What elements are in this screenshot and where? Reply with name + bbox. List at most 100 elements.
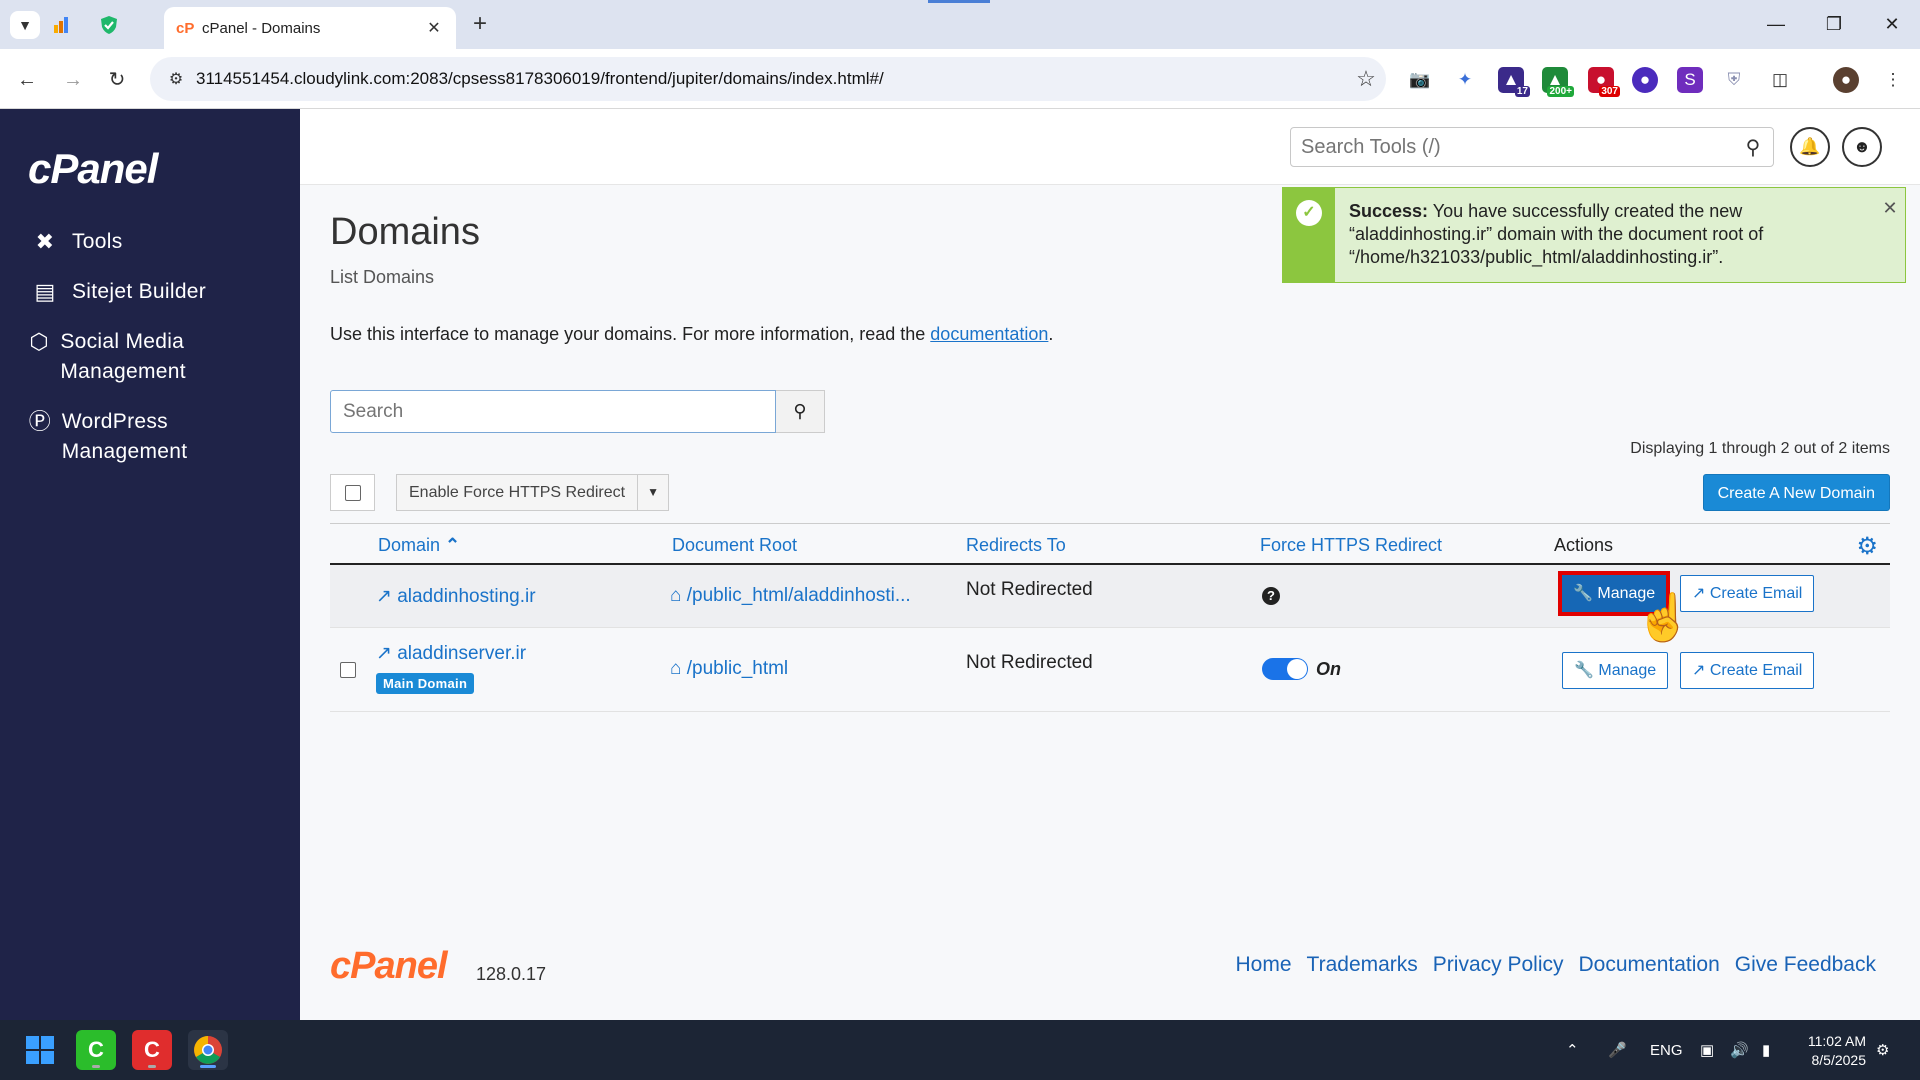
document-root-text: /public_html (686, 658, 789, 679)
table-header: Domain ⌃ Document Root Redirects To Forc… (330, 523, 1890, 565)
new-tab-button[interactable]: + (466, 10, 494, 38)
extension-pin-icon[interactable]: ✦ (1452, 67, 1478, 93)
footer-link-home[interactable]: Home (1236, 953, 1292, 977)
minimize-button[interactable]: — (1756, 10, 1796, 38)
search-icon[interactable]: ⚲ (1733, 135, 1773, 160)
domain-search-row: ⚲ (330, 390, 825, 433)
caret-down-icon[interactable]: ▼ (638, 475, 668, 510)
user-menu-button[interactable]: ☻ (1842, 127, 1882, 167)
footer-link-feedback[interactable]: Give Feedback (1735, 953, 1876, 977)
check-circle-icon: ✓ (1296, 200, 1322, 226)
home-icon: ⌂ (670, 585, 682, 606)
microphone-icon[interactable]: 🎤 (1608, 1020, 1627, 1080)
url-text[interactable]: 3114551454.cloudylink.com:2083/cpsess817… (196, 69, 1346, 89)
row-checkbox[interactable] (340, 662, 356, 678)
sidebar-item-social-media[interactable]: ⬡ Social Media Management (28, 327, 228, 387)
notifications-button[interactable]: 🔔 (1790, 127, 1830, 167)
clock-date: 8/5/2025 (1811, 1052, 1867, 1068)
cpanel-sidebar: cPanel ✖ Tools ▤ Sitejet Builder ⬡ Socia… (0, 109, 300, 1020)
domain-name: aladdinhosting.ir (397, 586, 536, 607)
reload-button[interactable]: ↻ (102, 65, 132, 95)
tab-search-button[interactable]: ▼ (10, 11, 40, 39)
language-indicator[interactable]: ENG (1650, 1020, 1683, 1080)
sidebar-item-tools[interactable]: ✖ Tools (28, 227, 123, 257)
close-icon[interactable]: ✕ (1875, 188, 1905, 282)
kebab-menu-icon[interactable]: ⋮ (1880, 67, 1906, 93)
gear-icon[interactable]: ⚙ (1856, 532, 1878, 561)
checkbox-box[interactable] (344, 484, 361, 501)
description-text: Use this interface to manage your domain… (330, 324, 931, 344)
extension-shield-icon[interactable]: ⛨ (1721, 67, 1747, 93)
extension-s-icon[interactable]: S (1677, 67, 1703, 93)
bulk-action-label[interactable]: Enable Force HTTPS Redirect (397, 475, 639, 510)
taskbar-app-chrome[interactable] (188, 1030, 228, 1070)
sidebar-item-sitejet[interactable]: ▤ Sitejet Builder (28, 277, 206, 307)
volume-icon[interactable]: 🔊 (1730, 1020, 1749, 1080)
extension-triangle-icon[interactable]: ▲ 200+ (1542, 67, 1574, 97)
shield-check-icon (101, 16, 117, 34)
bookmark-star-icon[interactable]: ☆ (1346, 66, 1386, 92)
extension-hat-icon[interactable]: ▲ 17 (1498, 67, 1530, 97)
document-root-text: /public_html/aladdinhosti... (686, 585, 911, 606)
create-email-button[interactable]: ↗ Create Email (1680, 652, 1815, 689)
toggle-label: On (1316, 658, 1341, 679)
taskbar-app-camtasia-green[interactable]: C (76, 1030, 116, 1070)
start-button[interactable] (20, 1030, 60, 1070)
col-force-https[interactable]: Force HTTPS Redirect (1260, 524, 1442, 566)
create-email-button[interactable]: ↗ Create Email (1680, 575, 1815, 612)
document-root-link[interactable]: ⌂ /public_html/aladdinhosti... (670, 585, 911, 607)
https-toggle[interactable]: On (1262, 658, 1341, 680)
select-all-checkbox[interactable] (330, 474, 375, 511)
window-close-button[interactable]: ✕ (1872, 10, 1912, 38)
col-redirects-to[interactable]: Redirects To (966, 524, 1066, 566)
domain-search-input[interactable] (330, 390, 776, 433)
extension-headset-icon[interactable]: ● 307 (1588, 67, 1620, 97)
extensions-puzzle-icon[interactable]: ◫ (1767, 67, 1793, 93)
restore-button[interactable]: ❐ (1814, 10, 1854, 38)
windows-icon (26, 1036, 54, 1064)
extension-planet-icon[interactable]: ● (1632, 67, 1658, 93)
domain-link[interactable]: ↗ aladdinserver.ir (376, 642, 526, 665)
col-domain[interactable]: Domain ⌃ (378, 524, 460, 566)
close-icon[interactable]: ✕ (424, 18, 444, 38)
badge-label: Main Domain (376, 673, 475, 694)
col-document-root[interactable]: Document Root (672, 524, 797, 566)
alert-bold: Success: (1349, 201, 1429, 221)
sitejet-icon: ▤ (34, 279, 56, 304)
tray-overflow-icon[interactable]: ⌃ (1566, 1020, 1579, 1080)
omnibox[interactable]: ⚙ 3114551454.cloudylink.com:2083/cpsess8… (150, 57, 1386, 101)
taskbar-clock[interactable]: 11:02 AM 8/5/2025 (1808, 1032, 1866, 1070)
camera-icon[interactable]: 📷 (1407, 67, 1433, 93)
sidebar-item-wordpress[interactable]: Ⓟ WordPress Management (28, 407, 228, 467)
documentation-link[interactable]: documentation (930, 324, 1048, 344)
search-button[interactable]: ⚲ (776, 390, 825, 433)
footer-link-trademarks[interactable]: Trademarks (1307, 953, 1418, 977)
cpanel-logo[interactable]: cPanel (28, 145, 158, 193)
document-root-link[interactable]: ⌂ /public_html (670, 658, 788, 680)
windows-taskbar: C C ⌃ 🎤 ENG ▣ 🔊 ▮ 11:02 AM 8/5/2025 ⚙ (0, 1020, 1920, 1080)
manage-button[interactable]: 🔧 Manage (1562, 652, 1669, 689)
forward-button[interactable]: → (58, 65, 88, 95)
network-icon[interactable]: ▣ (1700, 1020, 1714, 1080)
footer-link-documentation[interactable]: Documentation (1579, 953, 1720, 977)
notification-center-icon[interactable]: ⚙ (1876, 1020, 1889, 1080)
tool-search-box[interactable]: ⚲ (1290, 127, 1774, 167)
bulk-action-dropdown[interactable]: Enable Force HTTPS Redirect ▼ (396, 474, 670, 511)
profile-avatar[interactable]: ● (1833, 67, 1859, 93)
tool-search-input[interactable] (1291, 135, 1733, 159)
domains-table: Domain ⌃ Document Root Redirects To Forc… (330, 523, 1890, 712)
taskbar-app-camtasia-red[interactable]: C (132, 1030, 172, 1070)
external-link-icon: ↗ (376, 643, 392, 664)
pinned-tab-analytics[interactable] (48, 12, 74, 38)
main-domain-badge: Main Domain (376, 672, 475, 694)
battery-icon[interactable]: ▮ (1762, 1020, 1770, 1080)
pinned-tab-shield[interactable] (96, 12, 122, 38)
site-info-icon[interactable]: ⚙ (156, 69, 196, 89)
toggle-switch[interactable] (1262, 658, 1308, 680)
create-domain-button[interactable]: Create A New Domain (1702, 474, 1890, 511)
https-help-icon[interactable]: ? (1262, 587, 1280, 605)
domain-link[interactable]: ↗ aladdinhosting.ir (376, 585, 536, 608)
footer-link-privacy[interactable]: Privacy Policy (1433, 953, 1564, 977)
back-button[interactable]: ← (12, 65, 42, 95)
tab-cpanel-domains[interactable]: cP cPanel - Domains ✕ (164, 7, 456, 49)
